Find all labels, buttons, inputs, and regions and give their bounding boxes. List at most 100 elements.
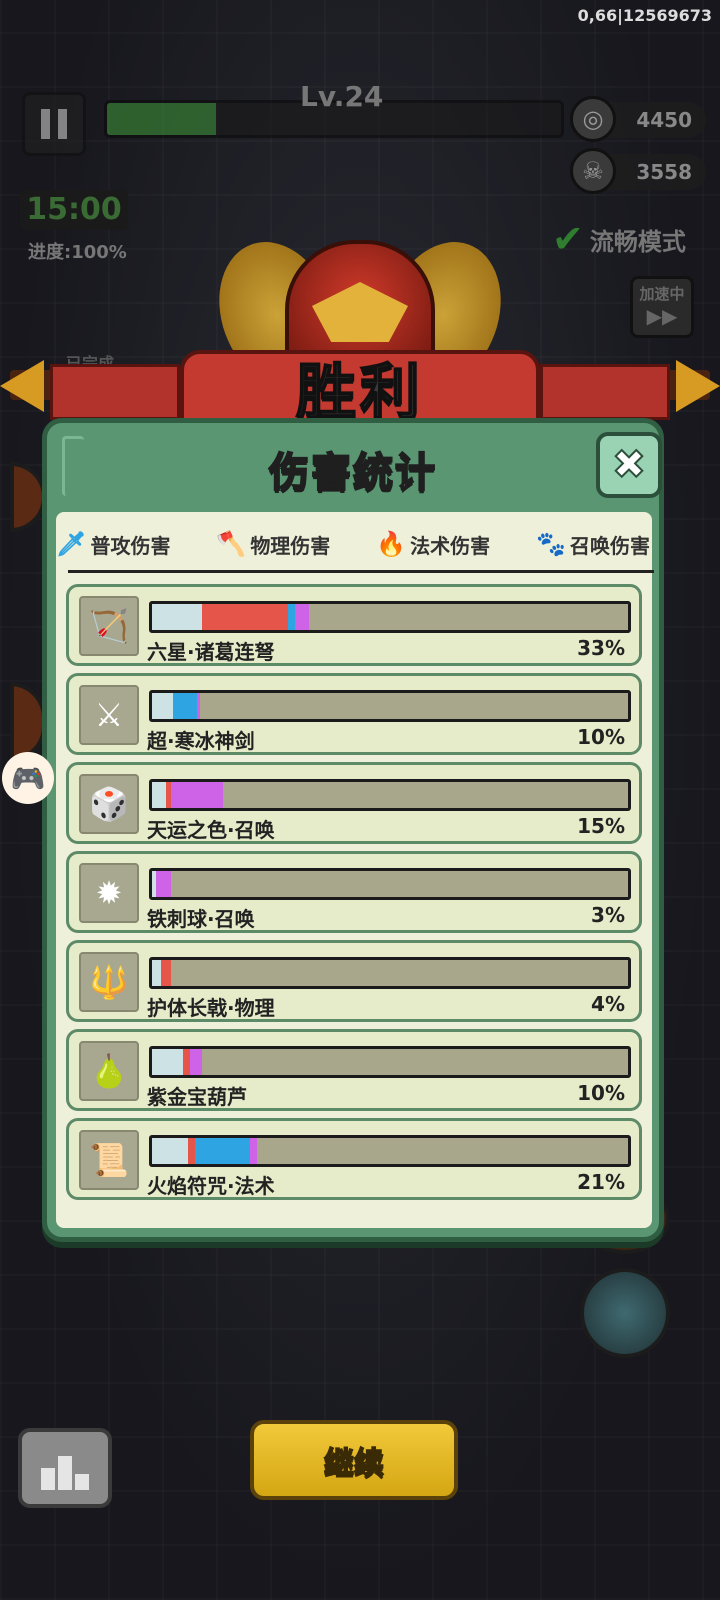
damage-segment-normal: [152, 1049, 183, 1075]
crossbow-icon: 🏹: [79, 596, 139, 656]
damage-segment-magic: [287, 604, 295, 630]
continue-button[interactable]: 继续: [250, 1420, 458, 1500]
damage-row: 🏹 六星·诸葛连弩 33%: [66, 584, 642, 666]
damage-list: 🏹 六星·诸葛连弩 33% ⚔ 超·寒冰神剑 10% 🎲 天运之色·召唤 15% ✹ 铁刺球·召唤 3…: [66, 584, 642, 1207]
damage-percent: 3%: [591, 903, 625, 927]
gourd-icon: 🍐: [79, 1041, 139, 1101]
damage-segment-physical: [201, 604, 288, 630]
podium-icon-right: [75, 1474, 89, 1490]
damage-segment-summon: [197, 693, 200, 719]
damage-segment-physical: [187, 1138, 195, 1164]
weapon-name: 紫金宝葫芦: [147, 1085, 247, 1109]
ice-sword-icon: ⚔: [79, 685, 139, 745]
damage-bar: [149, 601, 631, 633]
skill-slot-ice: [580, 1268, 670, 1358]
gamepad-float-icon[interactable]: 🎮: [2, 752, 54, 804]
debug-text: 0,66|12569673: [577, 6, 712, 25]
damage-percent: 21%: [577, 1170, 625, 1194]
damage-segment-summon: [294, 604, 310, 630]
legend-label: 法术伤害: [410, 533, 491, 558]
damage-segment-summon: [249, 1138, 257, 1164]
fast-forward-icon: ▶▶: [646, 304, 678, 328]
smooth-mode-toggle[interactable]: ✔ 流畅模式: [552, 220, 686, 258]
damage-segment-summon: [190, 1049, 202, 1075]
ranking-button[interactable]: [18, 1428, 112, 1508]
damage-segment-physical: [160, 960, 172, 986]
legend-divider: [68, 570, 654, 573]
damage-bar: [149, 1046, 631, 1078]
paw-icon: 🐾: [536, 530, 566, 558]
damage-row: ✹ 铁刺球·召唤 3%: [66, 851, 642, 933]
damage-segment-magic: [173, 693, 198, 719]
arrow-left-icon: [0, 360, 44, 412]
legend-item[interactable]: 🪓 物理伤害: [216, 522, 330, 566]
legend-label: 物理伤害: [250, 533, 331, 558]
podium-icon-center: [58, 1456, 72, 1490]
damage-segment-summon: [155, 871, 172, 897]
damage-percent: 10%: [577, 1081, 625, 1105]
dice-icon: 🎲: [79, 774, 139, 834]
sword-icon: 🗡: [56, 530, 87, 558]
damage-percent: 10%: [577, 725, 625, 749]
damage-percent: 4%: [591, 992, 625, 1016]
weapon-name: 火焰符咒·法术: [147, 1174, 275, 1198]
kill-value: 3558: [636, 160, 692, 184]
close-button[interactable]: ✖: [596, 432, 662, 498]
kill-counter: ☠ 3558: [570, 148, 706, 194]
legend-label: 普攻伤害: [90, 533, 171, 558]
pause-button[interactable]: [22, 92, 86, 156]
damage-percent: 15%: [577, 814, 625, 838]
damage-percent: 33%: [577, 636, 625, 660]
damage-segment-magic: [194, 1138, 250, 1164]
damage-row: 🔱 护体长戟·物理 4%: [66, 940, 642, 1022]
damage-bar: [149, 957, 631, 989]
damage-segment-normal: [152, 693, 174, 719]
coin-icon: ◎: [570, 96, 616, 142]
damage-segment-normal: [152, 782, 167, 808]
damage-bar: [149, 1135, 631, 1167]
coin-value: 4450: [636, 108, 692, 132]
speed-button[interactable]: 加速中 ▶▶: [630, 276, 694, 338]
legend-item[interactable]: 🗡 普攻伤害: [56, 522, 170, 566]
fire-talisman-icon: 📜: [79, 1130, 139, 1190]
damage-segment-normal: [152, 960, 161, 986]
weapon-name: 天运之色·召唤: [147, 818, 275, 842]
damage-legend: 🗡 普攻伤害 🪓 物理伤害 🔥 法术伤害 🐾 召唤伤害: [56, 522, 652, 566]
damage-segment-normal: [152, 1138, 188, 1164]
xp-bar-fill: [107, 103, 216, 135]
podium-icon: [41, 1468, 55, 1490]
coin-counter: ◎ 4450: [570, 96, 706, 142]
smooth-mode-label: 流畅模式: [589, 227, 686, 256]
banner-ribbon-right: [540, 364, 670, 420]
arrow-right-icon: [676, 360, 720, 412]
halberd-icon: 🔱: [79, 952, 139, 1012]
damage-row: ⚔ 超·寒冰神剑 10%: [66, 673, 642, 755]
progress-text: 进度:100%: [28, 242, 127, 263]
flame-icon: 🔥: [376, 530, 407, 558]
check-icon: ✔: [552, 217, 584, 261]
close-icon: ✖: [611, 441, 646, 489]
level-label: Lv.24: [300, 80, 384, 113]
weapon-name: 超·寒冰神剑: [147, 729, 255, 753]
damage-row: 🍐 紫金宝葫芦 10%: [66, 1029, 642, 1111]
axe-icon: 🪓: [216, 530, 247, 558]
damage-segment-summon: [171, 782, 224, 808]
banner-ribbon-left: [50, 364, 180, 420]
spike-ball-icon: ✹: [79, 863, 139, 923]
damage-bar: [149, 779, 631, 811]
modal-title: 伤害统计: [268, 449, 437, 497]
damage-bar: [149, 868, 631, 900]
damage-row: 📜 火焰符咒·法术 21%: [66, 1118, 642, 1200]
timer: 15:00: [20, 190, 128, 230]
pause-icon-bar: [58, 109, 67, 139]
legend-item[interactable]: 🔥 法术伤害: [376, 522, 490, 566]
damage-row: 🎲 天运之色·召唤 15%: [66, 762, 642, 844]
legend-item[interactable]: 🐾 召唤伤害: [536, 522, 650, 566]
damage-segment-normal: [152, 604, 202, 630]
damage-segment-physical: [182, 1049, 191, 1075]
speed-label: 加速中: [639, 285, 685, 303]
legend-label: 召唤伤害: [570, 533, 650, 558]
pause-icon: [41, 109, 50, 139]
weapon-name: 六星·诸葛连弩: [147, 640, 275, 664]
weapon-name: 护体长戟·物理: [147, 996, 275, 1020]
